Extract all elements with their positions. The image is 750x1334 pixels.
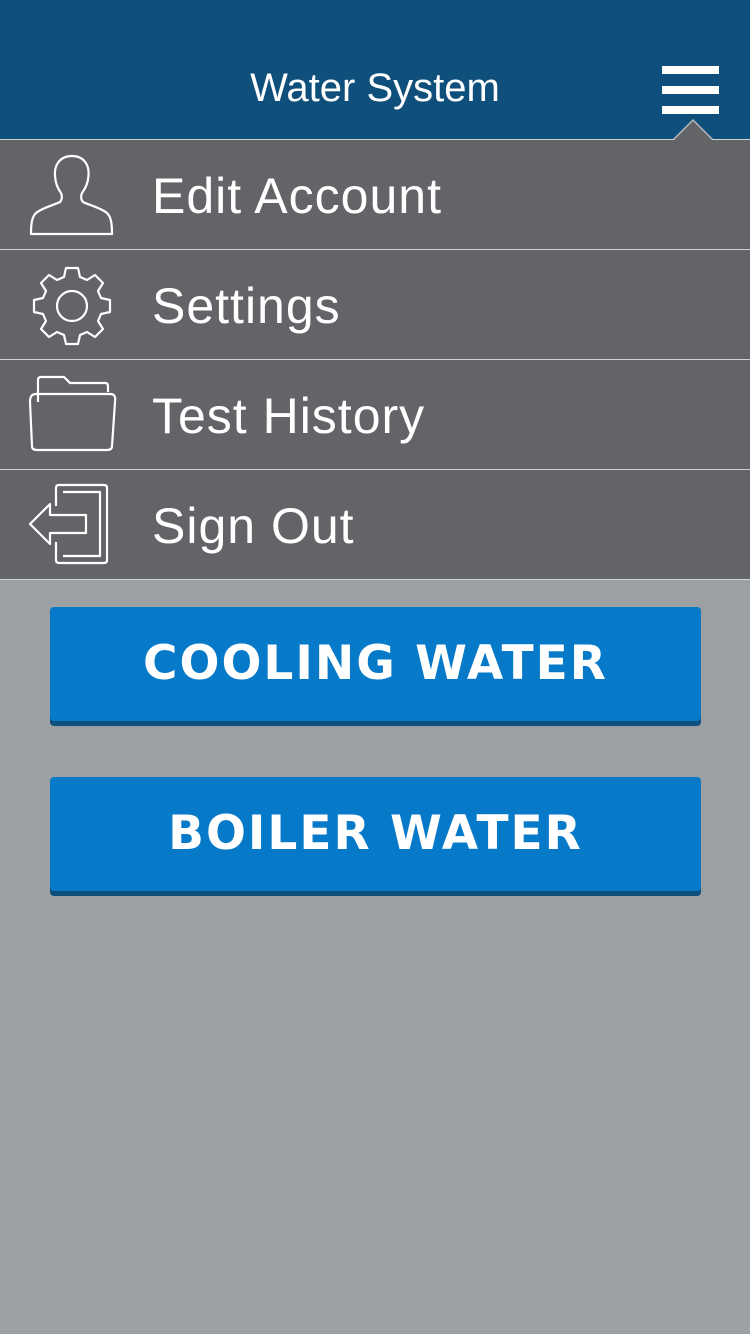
hamburger-menu-icon	[662, 66, 719, 74]
boiler-water-button[interactable]: BOILER WATER	[50, 777, 701, 891]
dropdown-caret	[674, 121, 712, 140]
app-header: Water System	[0, 0, 750, 139]
menu-item-label: Test History	[152, 388, 426, 444]
menu-item-label: Sign Out	[152, 498, 355, 554]
menu-item-settings[interactable]: Settings	[0, 250, 750, 360]
gear-icon	[26, 262, 118, 348]
user-icon	[26, 152, 118, 238]
menu-item-sign-out[interactable]: Sign Out	[0, 470, 750, 580]
menu-item-edit-account[interactable]: Edit Account	[0, 140, 750, 250]
dropdown-menu: Edit Account Settings Test History Sign …	[0, 139, 750, 580]
sign-out-icon	[26, 482, 118, 568]
menu-item-test-history[interactable]: Test History	[0, 360, 750, 470]
cooling-water-button[interactable]: COOLING WATER	[50, 607, 701, 721]
menu-item-label: Edit Account	[152, 168, 442, 224]
folder-icon	[26, 372, 118, 458]
hamburger-menu-button[interactable]	[660, 62, 722, 114]
page-title: Water System	[250, 66, 500, 110]
menu-item-label: Settings	[152, 278, 341, 334]
